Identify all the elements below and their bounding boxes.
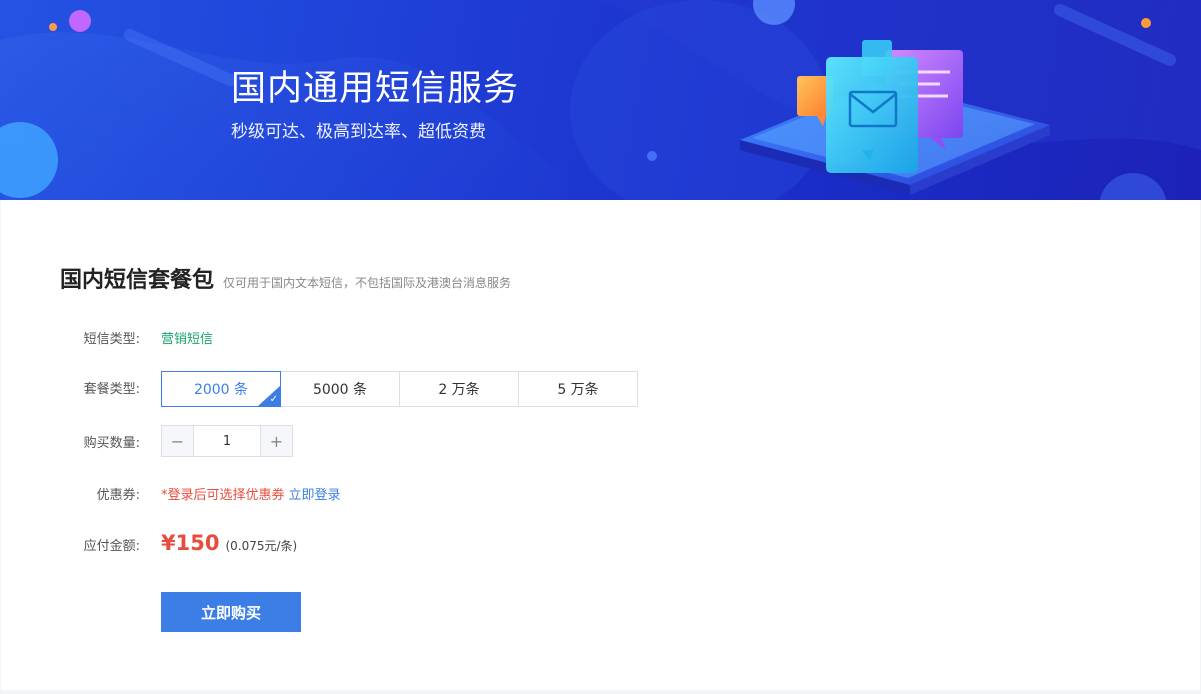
section-note: 仅可用于国内文本短信，不包括国际及港澳台消息服务	[223, 276, 512, 290]
plan-options: 2000 条 ✓ 5000 条 2 万条 5 万条	[161, 371, 638, 407]
sms-type-value: 营销短信	[161, 332, 214, 347]
banner: 国内通用短信服务 秒级可达、极高到达率、超低资费	[0, 0, 1201, 200]
envelope-bubble-icon	[826, 57, 918, 173]
banner-subtitle: 秒级可达、极高到达率、超低资费	[231, 122, 486, 142]
plan-option-label: 2000 条	[193, 382, 249, 398]
decrease-button[interactable]: −	[162, 426, 194, 456]
login-link[interactable]: 立即登录	[289, 488, 341, 503]
plan-option-label: 2 万条	[438, 382, 480, 398]
plan-option-50000[interactable]: 5 万条	[518, 371, 638, 407]
banner-title: 国内通用短信服务	[231, 69, 520, 109]
plan-option-label: 5 万条	[557, 382, 599, 398]
package-panel: 国内短信套餐包 仅可用于国内文本短信，不包括国际及港澳台消息服务 短信类型: 营…	[1, 200, 1200, 690]
coupon-value: *登录后可选择优惠券 立即登录	[161, 484, 341, 503]
banner-decoration	[0, 0, 1201, 200]
increase-button[interactable]: +	[260, 426, 292, 456]
plan-option-5000[interactable]: 5000 条	[280, 371, 400, 407]
amount-value: ¥150 (0.075元/条)	[161, 531, 297, 555]
check-icon: ✓	[269, 394, 278, 405]
section-header: 国内短信套餐包 仅可用于国内文本短信，不包括国际及港澳台消息服务	[60, 262, 511, 294]
unit-price: (0.075元/条)	[225, 539, 298, 553]
quantity-stepper: − +	[161, 425, 293, 457]
plan-option-label: 5000 条	[312, 382, 368, 398]
price: ¥150	[161, 531, 220, 555]
sms-type-label: 短信类型:	[83, 332, 140, 347]
coupon-note: *登录后可选择优惠券	[161, 488, 285, 503]
quantity-input[interactable]	[194, 426, 260, 456]
page: 国内通用短信服务 秒级可达、极高到达率、超低资费 国内短信套餐包 仅可用于国内文…	[0, 0, 1201, 694]
quantity-label: 购买数量:	[83, 436, 140, 451]
plan-option-2000[interactable]: 2000 条 ✓	[161, 371, 281, 407]
plan-option-20000[interactable]: 2 万条	[399, 371, 519, 407]
section-title: 国内短信套餐包	[60, 268, 215, 293]
buy-now-button[interactable]: 立即购买	[161, 592, 301, 632]
plan-type-label: 套餐类型:	[83, 382, 140, 397]
coupon-label: 优惠券:	[96, 488, 140, 503]
amount-label: 应付金额:	[83, 539, 140, 554]
